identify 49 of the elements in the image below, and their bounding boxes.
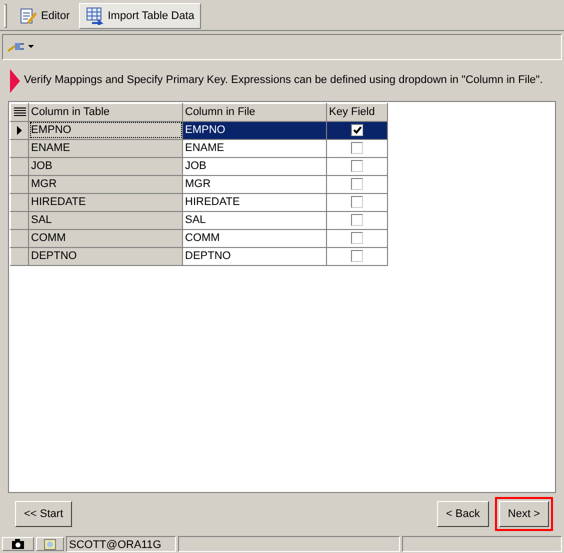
arrow-icon [10, 68, 20, 93]
checkbox[interactable] [351, 232, 363, 244]
table-cell[interactable]: HIREDATE [182, 193, 326, 212]
column-header[interactable]: Column in Table [28, 103, 182, 122]
wizard-button[interactable]: Next > [494, 497, 553, 532]
column-header[interactable]: Column in File [182, 103, 326, 122]
table-row[interactable]: HIREDATE HIREDATE [10, 193, 388, 212]
table-cell[interactable]: SAL [28, 211, 182, 230]
table-cell[interactable]: MGR [28, 175, 182, 194]
table-row[interactable]: SAL SAL [10, 211, 388, 230]
checkbox[interactable] [351, 214, 363, 226]
table-cell[interactable]: JOB [182, 157, 326, 176]
checkbox[interactable] [351, 250, 363, 262]
camera-icon[interactable] [2, 537, 34, 552]
table-cell[interactable]: DEPTNO [182, 247, 326, 266]
table-row[interactable]: COMM COMM [10, 229, 388, 248]
column-header[interactable]: Key Field [326, 103, 388, 122]
table-cell[interactable]: SAL [182, 211, 326, 230]
plug-icon[interactable] [7, 40, 25, 53]
connection-status: SCOTT@ORA11G [66, 536, 176, 552]
row-header[interactable] [10, 121, 28, 140]
list-icon[interactable] [14, 107, 26, 118]
table-row[interactable]: MGR MGR [10, 175, 388, 194]
tab[interactable]: Editor [12, 2, 77, 29]
caret-icon[interactable] [28, 44, 34, 49]
checkbox[interactable] [351, 178, 363, 190]
table-cell[interactable]: COMM [28, 229, 182, 248]
checkbox[interactable] [351, 196, 363, 208]
table-cell[interactable]: MGR [182, 175, 326, 194]
table-cell[interactable]: EMPNO [28, 121, 182, 140]
table-row[interactable]: EMPNO EMPNO [10, 121, 388, 140]
tab[interactable]: Import Table Data [78, 2, 202, 29]
table-cell[interactable]: JOB [28, 157, 182, 176]
table-import-icon [86, 6, 104, 25]
table-cell[interactable]: DEPTNO [28, 247, 182, 266]
table-row[interactable]: ENAME ENAME [10, 139, 388, 158]
pencil-note-icon [19, 6, 37, 25]
table-row[interactable]: JOB JOB [10, 157, 388, 176]
table-cell[interactable]: ENAME [182, 139, 326, 158]
checkbox[interactable] [351, 142, 363, 154]
table-cell[interactable]: COMM [182, 229, 326, 248]
table-row[interactable]: DEPTNO DEPTNO [10, 247, 388, 266]
checkbox[interactable] [351, 160, 363, 172]
table-cell[interactable]: ENAME [28, 139, 182, 158]
current-row-icon [17, 126, 22, 135]
table-cell[interactable]: EMPNO [182, 121, 326, 140]
table-cell[interactable]: HIREDATE [28, 193, 182, 212]
checkbox[interactable] [351, 124, 363, 136]
instruction-text: Verify Mappings and Specify Primary Key. Expressions can be defined using dropdown in "Column in File". [24, 73, 543, 88]
